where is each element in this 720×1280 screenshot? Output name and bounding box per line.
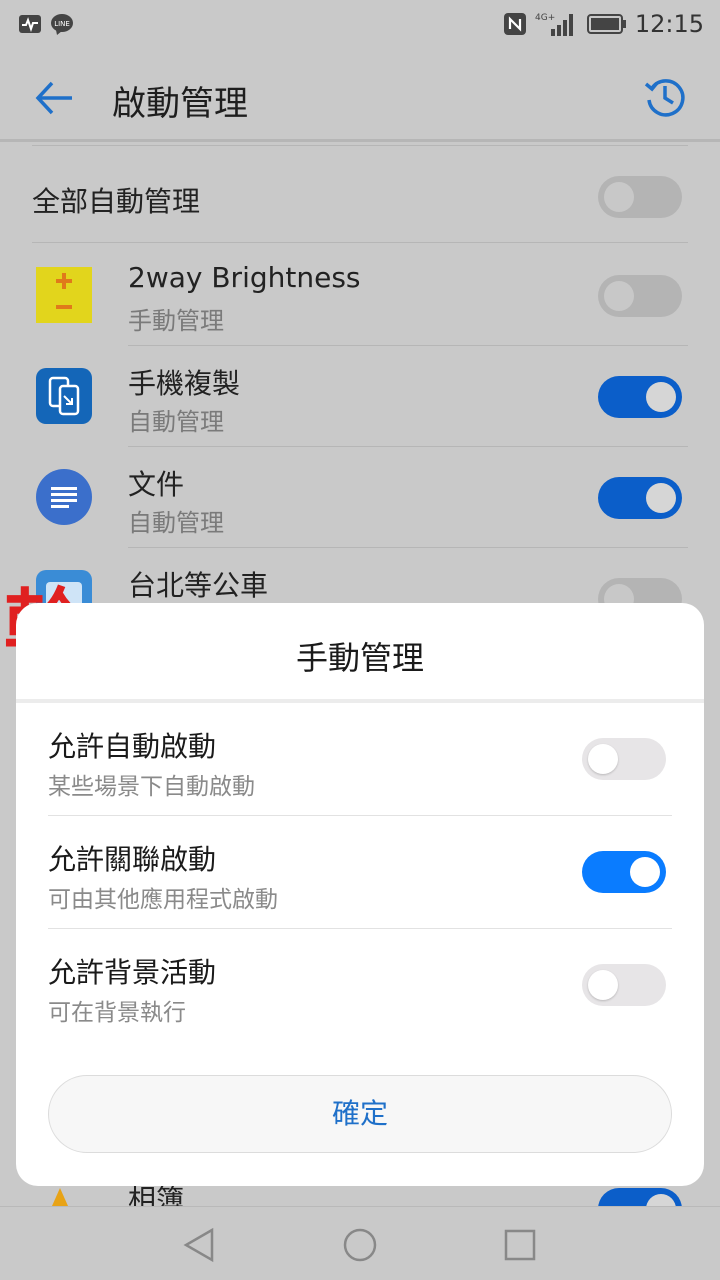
dialog-title: 手動管理 <box>295 639 424 677</box>
option-title: 允許背景活動 <box>48 956 217 989</box>
app-mode: 自動管理 <box>128 408 224 436</box>
option-subtitle: 某些場景下自動啟動 <box>48 774 255 800</box>
status-bar: LINE 4G+ 12:15 <box>0 0 720 50</box>
svg-text:4G+: 4G+ <box>535 13 555 23</box>
list-item[interactable]: 文件 自動管理 <box>0 447 720 548</box>
app-toggle[interactable] <box>598 477 682 519</box>
app-name: 2way Brightness <box>128 261 361 294</box>
confirm-button[interactable]: 確定 <box>48 1075 672 1153</box>
all-auto-manage-toggle[interactable] <box>598 176 682 218</box>
all-auto-manage-label: 全部自動管理 <box>32 185 201 218</box>
app-bar: 啟動管理 <box>0 50 720 142</box>
associated-launch-toggle[interactable] <box>582 851 666 893</box>
back-triangle-icon[interactable] <box>180 1225 220 1265</box>
back-arrow-icon[interactable] <box>30 74 78 122</box>
svg-text:LINE: LINE <box>54 20 70 28</box>
brightness-app-icon <box>36 267 92 323</box>
clock: 12:15 <box>634 10 704 38</box>
list-item[interactable]: 2way Brightness 手動管理 <box>0 245 720 346</box>
docs-app-icon <box>36 469 92 525</box>
home-circle-icon[interactable] <box>340 1225 380 1265</box>
app-mode: 自動管理 <box>128 509 224 537</box>
background-activity-toggle[interactable] <box>582 964 666 1006</box>
manual-manage-dialog: 手動管理 允許自動啟動 某些場景下自動啟動 允許關聯啟動 可由其他應用程式啟動 … <box>16 603 704 1186</box>
app-name: 文件 <box>128 468 185 501</box>
app-name: 台北等公車 <box>128 569 269 602</box>
option-subtitle: 可由其他應用程式啟動 <box>48 887 278 913</box>
list-item[interactable]: 手機複製 自動管理 <box>0 346 720 447</box>
auto-launch-toggle[interactable] <box>582 738 666 780</box>
page-title: 啟動管理 <box>112 84 248 124</box>
option-auto-launch[interactable]: 允許自動啟動 某些場景下自動啟動 <box>48 703 672 816</box>
app-toggle[interactable] <box>598 1188 682 1208</box>
history-icon[interactable] <box>642 74 688 120</box>
signal-icon: 4G+ <box>535 13 573 36</box>
app-toggle[interactable] <box>598 275 682 317</box>
option-associated-launch[interactable]: 允許關聯啟動 可由其他應用程式啟動 <box>48 816 672 929</box>
nfc-icon <box>503 13 526 35</box>
gallery-app-icon <box>44 1188 68 1208</box>
option-title: 允許自動啟動 <box>48 730 217 763</box>
recents-square-icon[interactable] <box>500 1225 540 1265</box>
option-title: 允許關聯啟動 <box>48 843 217 876</box>
app-name: 手機複製 <box>128 367 241 400</box>
option-subtitle: 可在背景執行 <box>48 1000 186 1026</box>
phone-clone-app-icon <box>36 368 92 424</box>
activity-icon <box>19 15 41 33</box>
navigation-bar <box>0 1206 720 1280</box>
all-auto-manage-row[interactable]: 全部自動管理 <box>32 145 688 243</box>
battery-icon <box>586 14 626 34</box>
option-background-activity[interactable]: 允許背景活動 可在背景執行 <box>48 929 672 1042</box>
line-app-icon: LINE <box>51 14 73 35</box>
app-mode: 手動管理 <box>128 307 224 335</box>
app-toggle[interactable] <box>598 376 682 418</box>
